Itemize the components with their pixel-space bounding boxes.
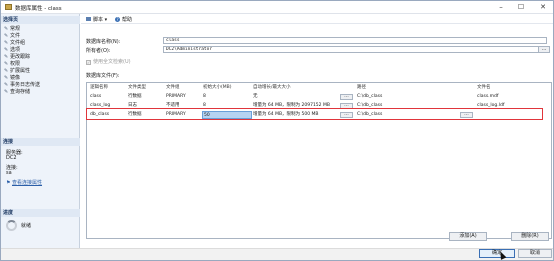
page-change-tracking[interactable]: ✎ 更改跟踪 xyxy=(4,53,30,60)
cell-file-name: class.mdf xyxy=(477,94,499,99)
wrench-icon: ✎ xyxy=(4,68,9,74)
database-name-field[interactable]: class xyxy=(163,37,547,44)
page-extended-properties[interactable]: ✎ 扩展属性 xyxy=(4,67,30,74)
fulltext-label: 使用全文检索(U) xyxy=(93,59,131,65)
minimize-button[interactable]: – xyxy=(491,1,511,13)
wrench-icon: ✎ xyxy=(4,47,9,53)
connection-header: 连接 xyxy=(1,138,80,146)
cell-logical-name: class xyxy=(90,94,102,99)
wrench-icon: ✎ xyxy=(4,75,9,81)
cell-initial-size[interactable]: 8 xyxy=(202,93,252,101)
script-button[interactable]: 脚本 ▾ xyxy=(86,16,107,23)
page-label: 查询存储 xyxy=(10,89,31,95)
link-label: 查看连接属性 xyxy=(12,180,43,186)
title-bar: 数据库属性 - class – ☐ ✕ xyxy=(1,1,553,14)
help-button[interactable]: ? 帮助 xyxy=(115,16,132,23)
help-label: 帮助 xyxy=(122,17,133,23)
select-page-header: 选择页 xyxy=(1,16,80,24)
window-title: 数据库属性 - class xyxy=(15,6,62,12)
wrench-icon: ✎ xyxy=(4,26,9,32)
page-options[interactable]: ✎ 选项 xyxy=(4,46,20,53)
cell-filegroup: PRIMARY xyxy=(166,94,186,99)
header-logical-name[interactable]: 逻辑名称 xyxy=(89,84,127,92)
header-autogrowth[interactable]: 自动增长/最大大小 xyxy=(252,84,356,92)
page-query-store[interactable]: ✎ 查询存储 xyxy=(4,88,30,95)
help-icon: ? xyxy=(115,17,120,22)
maximize-button[interactable]: ☐ xyxy=(511,1,531,13)
page-mirroring[interactable]: ✎ 镜像 xyxy=(4,74,20,81)
progress-status: 就绪 xyxy=(21,223,32,229)
link-icon: ⚑ xyxy=(6,180,11,186)
progress-spinner-icon xyxy=(6,220,17,231)
checkbox-icon: ✓ xyxy=(86,60,91,65)
grid-header-row: 逻辑名称 文件类型 文件组 初始大小(MB) 自动增长/最大大小 路径 文件名 xyxy=(87,84,551,92)
wrench-icon: ✎ xyxy=(4,89,9,95)
server-value: DC2 xyxy=(6,155,17,161)
database-files-label: 数据库文件(F): xyxy=(86,73,120,79)
database-icon xyxy=(5,4,12,10)
script-icon xyxy=(86,17,91,21)
cell-path: C:\db_class xyxy=(357,94,383,99)
owner-field[interactable]: DC2\Administrator xyxy=(163,46,547,53)
page-filegroups[interactable]: ✎ 文件组 xyxy=(4,39,25,46)
wrench-icon: ✎ xyxy=(4,54,9,60)
view-connection-properties-link[interactable]: ⚑ 查看连接属性 xyxy=(6,179,42,186)
highlight-box xyxy=(86,108,543,120)
page-log-shipping[interactable]: ✎ 事务日志传送 xyxy=(4,81,40,88)
wrench-icon: ✎ xyxy=(4,82,9,88)
footer-bar xyxy=(1,248,553,260)
cancel-button[interactable]: 取消 xyxy=(518,249,552,258)
header-filegroup[interactable]: 文件组 xyxy=(165,84,202,92)
page-general[interactable]: ✎ 常规 xyxy=(4,25,20,32)
cell-autogrowth: 无 xyxy=(253,94,258,99)
header-file-type[interactable]: 文件类型 xyxy=(127,84,165,92)
wrench-icon: ✎ xyxy=(4,33,9,39)
page-files[interactable]: ✎ 文件 xyxy=(4,32,20,39)
connection-value: sa xyxy=(6,170,12,176)
database-files-grid[interactable]: 逻辑名称 文件类型 文件组 初始大小(MB) 自动增长/最大大小 路径 文件名 … xyxy=(86,82,552,239)
add-button[interactable]: 添加(A) xyxy=(449,232,487,241)
header-file-name[interactable]: 文件名 xyxy=(476,84,551,92)
header-initial-size[interactable]: 初始大小(MB) xyxy=(202,84,252,92)
progress-header: 进度 xyxy=(1,209,80,217)
database-name-label: 数据库名称(N): xyxy=(86,39,121,45)
autogrowth-browse-button[interactable]: ... xyxy=(340,94,353,100)
owner-label: 所有者(O): xyxy=(86,48,111,54)
left-panel: 选择页 ✎ 常规 ✎ 文件 ✎ 文件组 ✎ 选项 ✎ 更改跟踪 ✎ 权限 ✎ 扩展属性 ✎ 镜像… xyxy=(1,14,80,260)
toolbar: 脚本 ▾ ? 帮助 xyxy=(81,14,553,24)
close-button[interactable]: ✕ xyxy=(533,1,553,13)
page-permissions[interactable]: ✎ 权限 xyxy=(4,60,20,67)
script-label: 脚本 xyxy=(93,17,104,23)
wrench-icon: ✎ xyxy=(4,40,9,46)
wrench-icon: ✎ xyxy=(4,61,9,67)
main-panel: 脚本 ▾ ? 帮助 数据库名称(N): class 所有者(O): DC2\Adm… xyxy=(81,14,553,260)
fulltext-checkbox[interactable]: ✓ 使用全文检索(U) xyxy=(86,58,131,65)
owner-browse-button[interactable]: ... xyxy=(538,46,550,53)
header-path[interactable]: 路径 xyxy=(356,84,476,92)
table-row[interactable]: class 行数据 PRIMARY 8 无 ... C:\db_class cl… xyxy=(87,93,551,101)
database-properties-window: 数据库属性 - class – ☐ ✕ 选择页 ✎ 常规 ✎ 文件 ✎ 文件组 ✎ 选项… xyxy=(0,0,554,261)
remove-button[interactable]: 删除(R) xyxy=(511,232,549,241)
cell-file-type: 行数据 xyxy=(128,94,142,99)
